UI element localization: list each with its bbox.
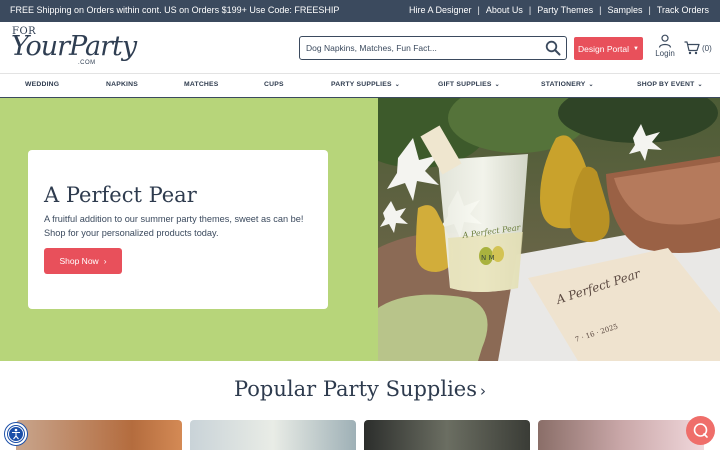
nav-label: NAPKINS — [106, 81, 138, 88]
promo-text: FREE Shipping on Orders within cont. US … — [10, 5, 340, 15]
product-tile[interactable] — [538, 420, 704, 450]
cart-count: (0) — [702, 43, 712, 53]
hire-designer-link[interactable]: Hire A Designer — [409, 5, 472, 15]
nav-item-napkins[interactable]: NAPKINS — [106, 81, 138, 88]
site-logo[interactable]: FOR YourParty .COM — [11, 26, 137, 70]
hero-image: A Perfect Pear 7 · 16 · 2025 A Perfect P… — [378, 98, 720, 361]
party-themes-link[interactable]: Party Themes — [537, 5, 593, 15]
design-portal-label: Design Portal — [578, 43, 630, 54]
hero-title: A Perfect Pear — [44, 183, 197, 207]
cup-initials: N M — [481, 254, 495, 262]
chat-icon — [693, 423, 708, 438]
nav-item-stationery[interactable]: STATIONERY ⌄ — [541, 81, 594, 88]
divider: | — [599, 5, 602, 15]
nav-label: GIFT SUPPLIES — [438, 81, 492, 88]
nav-item-matches[interactable]: MATCHES — [184, 81, 219, 88]
hero-description: A fruitful addition to our summer party … — [44, 214, 304, 238]
section-title: Popular Party Supplies — [234, 377, 477, 401]
promo-bar: FREE Shipping on Orders within cont. US … — [0, 0, 720, 22]
search-input[interactable] — [306, 40, 542, 56]
chevron-right-icon: › — [480, 382, 486, 400]
chevron-down-icon: ⌄ — [588, 82, 594, 88]
track-orders-link[interactable]: Track Orders — [657, 5, 709, 15]
chat-button[interactable] — [686, 416, 715, 445]
divider: | — [477, 5, 480, 15]
search-icon[interactable] — [545, 40, 561, 56]
logo-dotcom: .COM — [78, 60, 96, 66]
chevron-right-icon: › — [103, 256, 107, 266]
login-button[interactable]: Login — [652, 34, 678, 64]
nav-item-shop-by-event[interactable]: SHOP BY EVENT ⌄ — [637, 81, 703, 88]
chevron-down-icon: ⌄ — [494, 82, 500, 88]
nav-label: CUPS — [264, 81, 284, 88]
cart-icon — [684, 41, 700, 55]
chevron-down-icon: ⌄ — [697, 82, 703, 88]
main-nav: WEDDING NAPKINS MATCHES CUPS PARTY SUPPL… — [0, 73, 720, 98]
hero-card: A Perfect Pear A fruitful addition to ou… — [28, 150, 328, 309]
shop-now-label: Shop Now — [59, 256, 99, 266]
design-portal-button[interactable]: Design Portal ▼ — [574, 37, 643, 60]
user-icon — [658, 34, 672, 48]
product-tile[interactable] — [364, 420, 530, 450]
nav-label: WEDDING — [25, 81, 60, 88]
top-links: Hire A Designer | About Us | Party Theme… — [409, 5, 709, 15]
site-header: FOR YourParty .COM Design Portal ▼ Login… — [0, 22, 720, 73]
search-box — [299, 36, 567, 60]
chevron-down-icon: ▼ — [633, 45, 639, 52]
nav-label: MATCHES — [184, 81, 219, 88]
hero-photo: A Perfect Pear 7 · 16 · 2025 A Perfect P… — [378, 98, 720, 361]
login-label: Login — [655, 49, 675, 58]
product-tile[interactable] — [16, 420, 182, 450]
nav-item-gift-supplies[interactable]: GIFT SUPPLIES ⌄ — [438, 81, 500, 88]
divider: | — [528, 5, 532, 15]
logo-your-party: YourParty — [11, 31, 137, 62]
accessibility-icon — [8, 426, 24, 442]
shop-now-button[interactable]: Shop Now › — [44, 248, 122, 274]
nav-label: SHOP BY EVENT — [637, 81, 695, 88]
nav-item-party-supplies[interactable]: PARTY SUPPLIES ⌄ — [331, 81, 400, 88]
cart-button[interactable]: (0) — [684, 39, 712, 57]
chevron-down-icon: ⌄ — [394, 82, 400, 88]
divider: | — [648, 5, 651, 15]
popular-supplies-heading[interactable]: Popular Party Supplies › — [0, 377, 720, 401]
nav-item-wedding[interactable]: WEDDING — [25, 81, 59, 88]
samples-link[interactable]: Samples — [607, 5, 642, 15]
about-us-link[interactable]: About Us — [486, 5, 523, 15]
nav-label: PARTY SUPPLIES — [331, 81, 392, 88]
nav-label: STATIONERY — [541, 81, 586, 88]
accessibility-button[interactable] — [5, 423, 27, 445]
nav-item-cups[interactable]: CUPS — [264, 81, 284, 88]
product-tile[interactable] — [190, 420, 356, 450]
